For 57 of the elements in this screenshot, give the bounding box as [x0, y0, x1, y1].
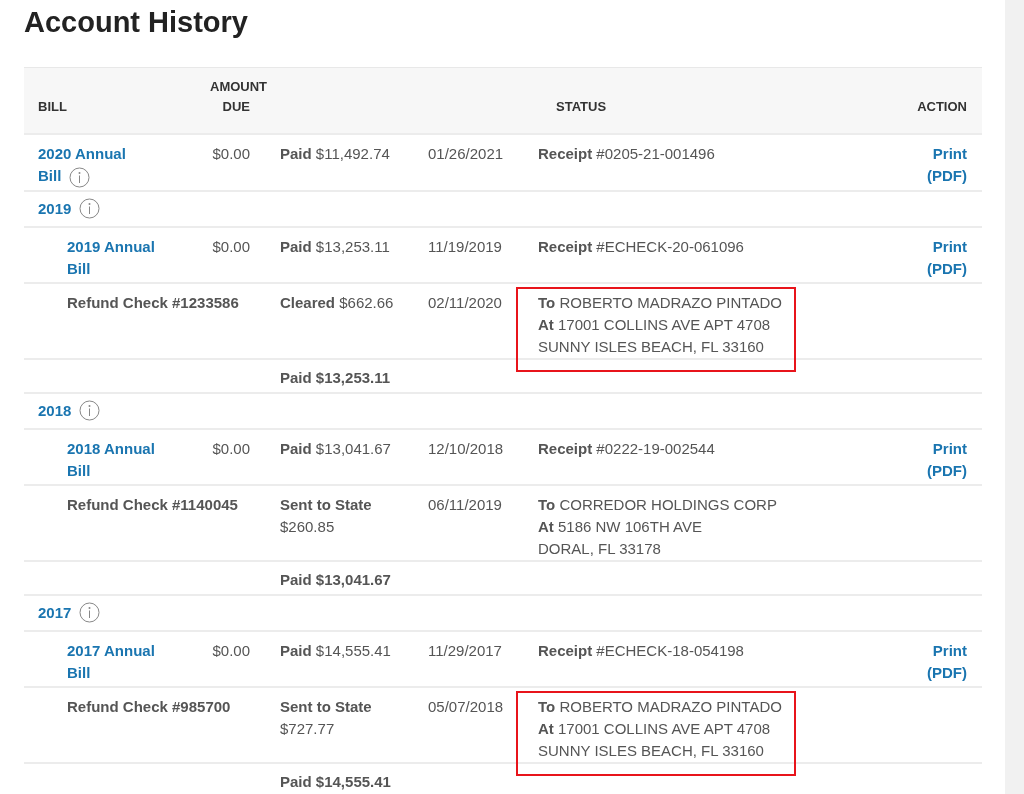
page-title: Account History: [24, 5, 249, 40]
payment-status: Paid $11,492.74: [280, 144, 391, 164]
total-paid: Paid $13,041.67: [280, 569, 392, 590]
refund-date: 06/11/2019: [428, 494, 503, 515]
year-link[interactable]: 2018: [38, 399, 72, 422]
payment-date: 11/29/2017: [428, 640, 503, 661]
refund-check-label: Refund Check #985700: [67, 697, 231, 715]
mailing-address-line: To ROBERTO MADRAZO PINTADO: [538, 292, 782, 313]
print-pdf-link[interactable]: Print (PDF): [919, 437, 967, 482]
receipt-number: Receipt #ECHECK-20-061096: [538, 236, 745, 257]
column-header: STATUS: [555, 98, 608, 116]
mailing-address-line: DORAL, FL 33178: [538, 538, 662, 559]
receipt-number: Receipt #0222-19-002544: [538, 438, 716, 459]
bill-link[interactable]: 2017 Annual Bill: [67, 639, 157, 684]
info-icon[interactable]: [79, 602, 101, 624]
column-header: ACTION: [917, 98, 967, 116]
refund-date: 02/11/2020: [428, 292, 503, 313]
refund-date: 05/07/2018: [428, 696, 505, 717]
payment-date: 11/19/2019: [428, 236, 503, 257]
mailing-address-line: At 5186 NW 106TH AVE: [538, 516, 703, 537]
mailing-address-line: SUNNY ISLES BEACH, FL 33160: [538, 336, 765, 357]
info-icon[interactable]: [79, 400, 101, 422]
mailing-address-line: SUNNY ISLES BEACH, FL 33160: [538, 740, 765, 761]
print-pdf-link[interactable]: Print (PDF): [919, 639, 967, 684]
year-link[interactable]: 2019: [38, 197, 72, 220]
bill-link[interactable]: 2020 Annual Bill: [38, 143, 138, 188]
mailing-address-line: To CORREDOR HOLDINGS CORP: [538, 494, 777, 515]
year-link[interactable]: 2017: [38, 601, 72, 624]
amount-due: $0.00: [211, 438, 251, 459]
bill-link[interactable]: 2019 Annual Bill: [67, 235, 157, 280]
mailing-address-line: At 17001 COLLINS AVE APT 4708: [538, 718, 772, 739]
payment-status: Paid $14,555.41: [280, 640, 392, 661]
payment-status: Paid $13,253.11: [280, 236, 391, 257]
print-pdf-link[interactable]: Print (PDF): [919, 235, 967, 280]
bill-link[interactable]: 2018 Annual Bill: [67, 437, 157, 482]
column-header: AMOUNT DUE: [209, 78, 269, 116]
info-icon[interactable]: [69, 166, 91, 188]
amount-due: $0.00: [211, 640, 251, 661]
payment-date: 12/10/2018: [428, 438, 505, 459]
receipt-number: Receipt #0205-21-001496: [538, 144, 716, 164]
mailing-address-line: At 17001 COLLINS AVE APT 4708: [538, 314, 772, 335]
amount-due: $0.00: [211, 144, 251, 164]
total-paid: Paid $13,253.11: [280, 367, 392, 388]
print-pdf-link[interactable]: Print (PDF): [919, 143, 967, 188]
info-icon[interactable]: [79, 198, 101, 220]
total-paid: Paid $14,555.41: [280, 771, 392, 792]
refund-status: Sent to State $260.85: [280, 494, 373, 537]
column-header: BILL: [38, 98, 68, 116]
refund-status: Cleared $662.66: [280, 292, 395, 313]
refund-check-label: Refund Check #1233586: [67, 293, 239, 311]
mailing-address-line: To ROBERTO MADRAZO PINTADO: [538, 696, 782, 717]
receipt-number: Receipt #ECHECK-18-054198: [538, 640, 745, 661]
payment-status: Paid $13,041.67: [280, 438, 392, 459]
amount-due: $0.00: [211, 236, 251, 257]
refund-check-label: Refund Check #1140045: [67, 495, 238, 513]
payment-date: 01/26/2021: [428, 144, 505, 164]
refund-status: Sent to State $727.77: [280, 696, 373, 739]
